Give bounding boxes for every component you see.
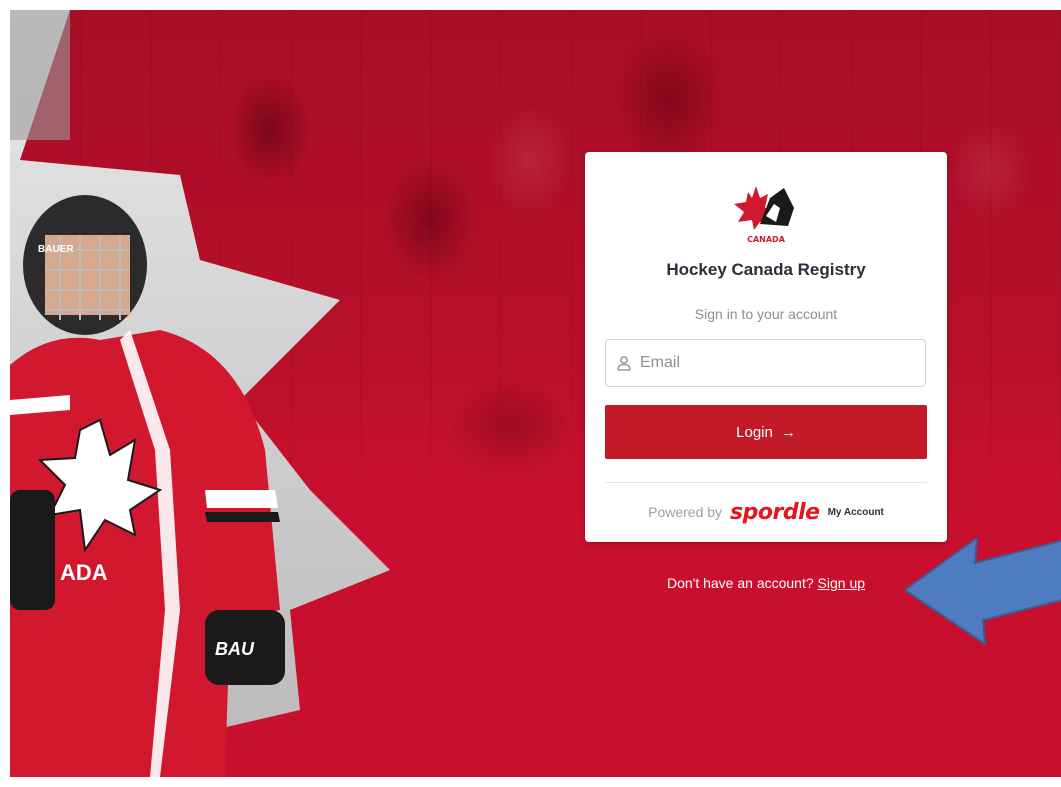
user-icon <box>617 356 631 371</box>
powered-by: Powered by spordle My Account <box>585 499 947 525</box>
signup-prompt: Don't have an account? <box>666 575 814 591</box>
signup-row: Don't have an account? Sign up <box>585 575 947 591</box>
login-page: BAUER ADA BAU CANADA Hockey Canada Regis… <box>10 10 1061 777</box>
jersey-text: ADA <box>60 560 108 585</box>
glove-brand-text: BAU <box>215 639 255 659</box>
email-input[interactable] <box>638 353 922 373</box>
arrow-left-icon <box>905 538 1061 646</box>
powered-by-label: Powered by <box>648 504 723 520</box>
email-field[interactable] <box>605 339 926 387</box>
my-account-label: My Account <box>827 506 884 518</box>
page-title: Hockey Canada Registry <box>666 260 866 279</box>
helmet-brand-text: BAUER <box>38 244 74 255</box>
page-subtitle: Sign in to your account <box>694 306 838 322</box>
login-button-label: Login <box>736 423 773 441</box>
login-card: CANADA Hockey Canada Registry Sign in to… <box>585 152 947 542</box>
spordle-logo: spordle <box>730 499 820 525</box>
logo-canada-text: CANADA <box>747 235 786 244</box>
hockey-canada-logo-icon: CANADA <box>734 186 794 244</box>
login-button[interactable]: Login → <box>605 405 927 459</box>
divider <box>605 482 927 483</box>
signup-link[interactable]: Sign up <box>818 575 865 591</box>
hockey-player-image: BAUER ADA BAU <box>10 195 285 777</box>
arrow-right-icon: → <box>780 423 796 441</box>
